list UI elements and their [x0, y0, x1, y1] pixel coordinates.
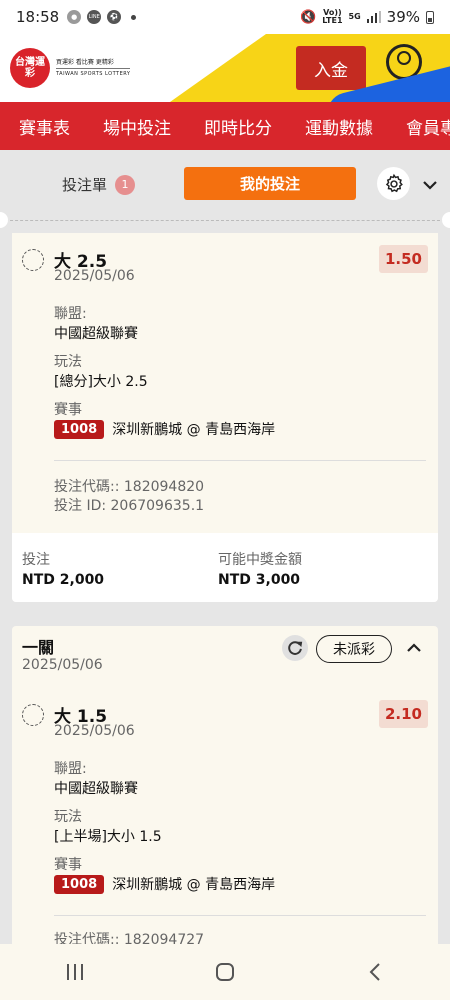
bet-code: 投注代碼:: 182094727: [54, 932, 205, 944]
refresh-icon: [288, 641, 303, 655]
stake-label: 投注: [22, 552, 50, 568]
battery-icon: [426, 10, 434, 24]
nav-item-sports-data[interactable]: 運動數據: [286, 114, 387, 139]
selection-radio[interactable]: [22, 249, 44, 271]
stake-summary: 投注 NTD 2,000 可能中獎金額 NTD 3,000: [12, 533, 438, 602]
system-nav-bar: [0, 944, 450, 1000]
event-row: 1008 深圳新鵬城 @ 青島西海岸: [54, 419, 275, 439]
match-name: 深圳新鵬城 @ 青島西海岸: [112, 422, 276, 438]
back-button[interactable]: [355, 952, 395, 992]
home-icon: [216, 963, 234, 981]
payout-status-badge: 未派彩: [316, 635, 392, 663]
league-value: 中國超級聯賽: [54, 781, 138, 797]
selection-radio[interactable]: [22, 704, 44, 726]
home-button[interactable]: [205, 952, 245, 992]
event-label: 賽事: [54, 402, 82, 418]
match-code-badge: 1008: [54, 419, 105, 439]
event-row: 1008 深圳新鵬城 @ 青島西海岸: [54, 874, 275, 894]
nav-item-live-betting[interactable]: 場中投注: [84, 114, 185, 139]
market-label: 玩法: [54, 809, 82, 825]
match-code-badge: 1008: [54, 874, 105, 894]
payout-label: 可能中獎金額: [218, 552, 302, 568]
bet-card-single: 大 2.5 2025/05/06 1.50 聯盟: 中國超級聯賽 玩法 [總分]…: [12, 233, 438, 602]
league-label: 聯盟:: [54, 761, 87, 777]
mute-icon: 🔇: [300, 9, 317, 25]
match-name: 深圳新鵬城 @ 青島西海岸: [112, 877, 276, 893]
logo-tagline-en: TAIWAN SPORTS LOTTERY: [56, 68, 131, 79]
battery-percent: 39%: [386, 8, 420, 26]
recent-apps-icon: [67, 964, 83, 980]
tab-my-bets[interactable]: 我的投注: [184, 167, 356, 200]
main-nav: 賽事表 場中投注 即時比分 運動數據 會員專: [0, 102, 450, 150]
network-type-indicator: 5G: [348, 12, 361, 21]
back-icon: [369, 963, 380, 981]
bet-tabs: 投注單 1 我的投注: [0, 158, 450, 228]
settings-button[interactable]: [377, 167, 410, 200]
ticket-notch-left: [0, 212, 8, 228]
league-value: 中國超級聯賽: [54, 326, 138, 342]
event-label: 賽事: [54, 857, 82, 873]
tab-betslip-label: 投注單: [62, 176, 108, 194]
tab-betslip[interactable]: 投注單 1: [62, 174, 136, 195]
line-app-icon: LINE: [87, 10, 102, 24]
gear-icon: [385, 173, 403, 192]
app-header: 台灣運彩 買運彩 看比賽 更精彩 TAIWAN SPORTS LOTTERY 入…: [0, 34, 450, 102]
logo-tagline-zh: 買運彩 看比賽 更精彩: [56, 59, 114, 66]
divider: [54, 460, 426, 461]
payout-value: NTD 3,000: [218, 572, 301, 588]
market-value: [總分]大小 2.5: [54, 374, 148, 390]
odds-badge: 1.50: [378, 245, 428, 273]
bet-code: 投注代碼:: 182094820: [54, 479, 205, 495]
bet-id: 投注 ID: 206709635.1: [54, 498, 205, 514]
status-time: 18:58: [16, 8, 60, 26]
nav-item-schedule[interactable]: 賽事表: [0, 114, 84, 139]
logo-tagline: 買運彩 看比賽 更精彩 TAIWAN SPORTS LOTTERY: [56, 58, 131, 79]
signal-icon: [366, 11, 381, 23]
ticket-notch-right: [442, 212, 450, 228]
bet-card-parlay: 一關 2025/05/06 未派彩 大 1.5 2025/05/06 2.10 …: [12, 626, 438, 944]
collapse-chevron-up-icon[interactable]: [404, 638, 424, 658]
odds-badge: 2.10: [378, 700, 428, 728]
bet-type: 一關: [22, 638, 55, 657]
market-value: [上半場]大小 1.5: [54, 829, 162, 845]
deposit-button[interactable]: 入金: [296, 46, 366, 90]
bets-panel: 投注單 1 我的投注 大 2.5 2025/05/06 1.50 聯盟: 中國超…: [0, 150, 450, 944]
collapse-chevron-down-icon[interactable]: [420, 175, 440, 195]
stake-value: NTD 2,000: [22, 572, 105, 588]
status-bar: 18:58 ● LINE ⚽ 🔇 Vo)) LTE1 5G 39%: [0, 0, 450, 34]
profile-notification-icon: ●: [67, 10, 82, 24]
league-label: 聯盟:: [54, 306, 87, 322]
selection-date: 2025/05/06: [54, 723, 135, 739]
more-notifications-icon: [131, 14, 137, 20]
nav-item-member[interactable]: 會員專: [387, 114, 450, 139]
selection-date: 2025/05/06: [54, 268, 135, 284]
divider: [54, 915, 426, 916]
nav-item-live-scores[interactable]: 即時比分: [185, 114, 286, 139]
refresh-button[interactable]: [282, 635, 308, 661]
soccer-ball-icon: ⚽: [107, 10, 122, 24]
volte-indicator: Vo)) LTE1: [322, 8, 343, 25]
logo-icon[interactable]: 台灣運彩: [10, 48, 50, 88]
recent-apps-button[interactable]: [55, 952, 95, 992]
bet-date: 2025/05/06: [22, 657, 103, 673]
tab-divider: [0, 220, 450, 221]
betslip-count-badge: 1: [115, 174, 136, 195]
market-label: 玩法: [54, 354, 82, 370]
